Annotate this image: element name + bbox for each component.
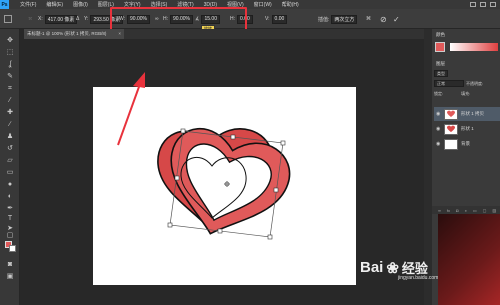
lock-row: 锁定: 填充:: [434, 90, 500, 97]
new-layer-icon[interactable]: ▢: [483, 208, 487, 213]
color-ramp[interactable]: [450, 43, 498, 51]
layers-panel-tab[interactable]: 图层: [436, 61, 445, 67]
watermark-url: jingyan.baidu.com: [398, 275, 439, 281]
fill-label: 填充:: [461, 90, 471, 96]
transform-handle[interactable]: [167, 222, 173, 228]
layer-row[interactable]: ◉ 形状 1 拷贝: [434, 107, 500, 121]
visibility-eye-icon[interactable]: ◉: [436, 141, 441, 147]
mask-icon[interactable]: ◘: [456, 208, 458, 213]
folder-icon[interactable]: ▭: [473, 208, 477, 213]
transform-handle[interactable]: [273, 187, 279, 193]
layer-filter-row: 类型: [434, 70, 500, 77]
transform-handle[interactable]: [280, 140, 286, 146]
transform-handle[interactable]: [267, 234, 273, 240]
layer-row[interactable]: ◉ 形状 1: [434, 122, 500, 136]
trash-icon[interactable]: ▥: [492, 208, 496, 213]
blend-mode-select[interactable]: 正常: [434, 80, 464, 87]
layer-name: 背景: [461, 141, 470, 146]
adjust-icon[interactable]: ◑: [464, 208, 466, 213]
visibility-eye-icon[interactable]: ◉: [436, 111, 441, 117]
transform-handle[interactable]: [230, 134, 236, 140]
background-preview: [438, 214, 500, 305]
layer-thumbnail: [444, 108, 458, 120]
transform-handle[interactable]: [180, 128, 186, 134]
baidu-watermark: Bai ❀ 经验 jingyan.baidu.com: [360, 258, 438, 281]
layer-thumbnail: [444, 123, 458, 135]
layer-row[interactable]: ◉ 背景: [434, 137, 500, 151]
layer-kind-select[interactable]: 类型: [434, 70, 448, 77]
lock-label: 锁定:: [434, 90, 444, 96]
visibility-eye-icon[interactable]: ◉: [436, 126, 441, 132]
transform-handle[interactable]: [174, 175, 180, 181]
layer-name: 形状 1 拷贝: [461, 111, 485, 116]
opacity-label: 不透明度:: [466, 80, 484, 86]
transform-handle[interactable]: [217, 228, 223, 234]
annotation-arrow: [117, 72, 145, 146]
link-icon[interactable]: ∞: [438, 208, 441, 213]
color-panel-foreground[interactable]: [435, 42, 445, 52]
layer-name: 形状 1: [461, 126, 474, 131]
layers-panel-footer: ∞ fx ◘ ◑ ▭ ▢ ▥: [432, 206, 500, 214]
color-panel-tab[interactable]: 颜色: [436, 32, 445, 38]
layer-thumbnail: [444, 138, 458, 150]
blend-row: 正常 不透明度:: [434, 80, 500, 87]
color-panel: 颜色: [432, 29, 500, 57]
paw-icon: ❀: [386, 259, 399, 277]
fx-icon[interactable]: fx: [447, 208, 450, 213]
watermark-text: Bai: [360, 259, 384, 276]
